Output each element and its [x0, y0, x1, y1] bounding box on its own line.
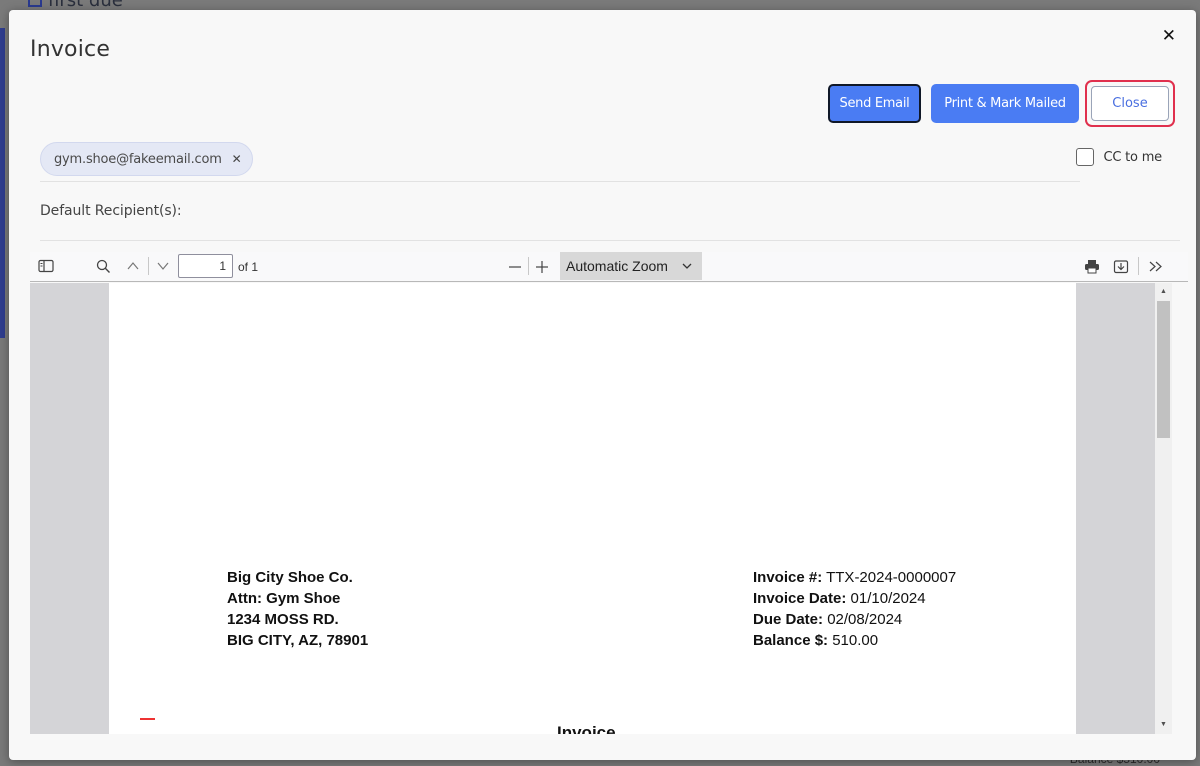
zoom-in-icon[interactable]	[535, 259, 549, 277]
pdf-scrollbar[interactable]: ▲ ▼	[1155, 283, 1172, 734]
page-number-input[interactable]: 1	[178, 254, 233, 278]
due-date-value: 02/08/2024	[827, 611, 903, 628]
cc-checkbox[interactable]	[1076, 148, 1095, 166]
recipient-email: gym.shoe@fakeemail.com	[54, 151, 222, 167]
bill-to-company: Big City Shoe Co.	[227, 569, 353, 586]
zoom-out-icon[interactable]	[508, 259, 522, 277]
save-icon[interactable]	[1113, 259, 1129, 278]
pdf-canvas: Big City Shoe Co. Attn: Gym Shoe 1234 MO…	[30, 283, 1166, 734]
recipient-chip: gym.shoe@fakeemail.com ✕	[40, 142, 253, 176]
pdf-viewer: 1 of 1 Automatic Zoom Big City Shoe Co. …	[30, 252, 1188, 734]
sidebar-toggle-icon[interactable]	[38, 259, 54, 277]
previous-page-icon[interactable]	[126, 259, 140, 277]
close-button-highlight: Close	[1085, 80, 1175, 127]
balance-value: 510.00	[832, 632, 879, 649]
zoom-value: Automatic Zoom	[566, 258, 668, 274]
send-email-button[interactable]: Send Email	[828, 84, 921, 123]
cc-to-me: CC to me	[1076, 148, 1162, 166]
toolbar-separator	[148, 257, 149, 275]
invoice-date-row: Invoice Date: 01/10/2024	[753, 588, 956, 609]
zoom-select[interactable]: Automatic Zoom	[560, 252, 702, 280]
next-page-icon[interactable]	[156, 259, 170, 277]
balance-row: Balance $: 510.00	[753, 630, 956, 651]
search-icon[interactable]	[96, 259, 111, 278]
cc-label: CC to me	[1103, 149, 1162, 165]
page-marker	[140, 718, 155, 720]
invoice-number-row: Invoice #: TTX-2024-0000007	[753, 567, 956, 588]
invoice-number-label: Invoice #:	[753, 569, 823, 586]
invoice-modal: Invoice ✕ Send Email Print & Mark Mailed…	[9, 10, 1196, 760]
toolbar-separator	[528, 257, 529, 275]
scroll-up-icon[interactable]: ▲	[1155, 285, 1172, 299]
document-heading: Invoice	[557, 723, 616, 734]
bill-to-city: BIG CITY, AZ, 78901	[227, 632, 369, 649]
default-divider	[40, 240, 1180, 241]
due-date-row: Due Date: 02/08/2024	[753, 609, 956, 630]
invoice-number-value: TTX-2024-0000007	[826, 569, 957, 586]
print-mark-mailed-button[interactable]: Print & Mark Mailed	[931, 84, 1079, 123]
toolbar-separator	[1138, 257, 1139, 275]
scroll-thumb[interactable]	[1157, 301, 1170, 438]
invoice-date-value: 01/10/2024	[850, 590, 926, 607]
scroll-down-icon[interactable]: ▼	[1155, 718, 1172, 732]
due-date-label: Due Date:	[753, 611, 824, 628]
page-count-label: of 1	[238, 260, 259, 274]
tools-menu-icon[interactable]	[1148, 259, 1164, 278]
print-icon[interactable]	[1084, 259, 1100, 278]
default-recipients-label: Default Recipient(s):	[40, 203, 182, 219]
bill-to-block: Big City Shoe Co. Attn: Gym Shoe 1234 MO…	[227, 567, 368, 651]
modal-title: Invoice	[30, 37, 111, 62]
logo-icon	[28, 0, 42, 7]
close-icon[interactable]: ✕	[1162, 26, 1176, 46]
pdf-page: Big City Shoe Co. Attn: Gym Shoe 1234 MO…	[109, 283, 1076, 734]
background-sidebar	[0, 28, 5, 338]
balance-label: Balance $:	[753, 632, 829, 649]
pdf-toolbar: 1 of 1 Automatic Zoom	[30, 252, 1188, 282]
close-button[interactable]: Close	[1091, 86, 1169, 121]
remove-recipient-icon[interactable]: ✕	[232, 152, 242, 166]
bill-to-street: 1234 MOSS RD.	[227, 611, 339, 628]
invoice-date-label: Invoice Date:	[753, 590, 847, 607]
bill-to-attn: Attn: Gym Shoe	[227, 590, 341, 607]
invoice-info-block: Invoice #: TTX-2024-0000007 Invoice Date…	[753, 567, 956, 651]
recipient-divider	[40, 181, 1080, 182]
